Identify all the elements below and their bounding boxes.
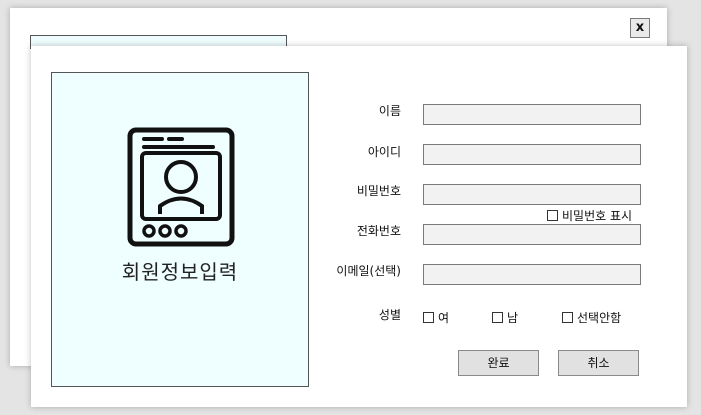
checkbox-box[interactable] <box>492 311 503 323</box>
name-input[interactable] <box>423 104 641 125</box>
email-input[interactable] <box>423 264 641 285</box>
gender-option-male[interactable]: 남 <box>492 310 519 325</box>
confirm-button[interactable]: 완료 <box>458 350 539 376</box>
id-label: 아이디 <box>367 145 401 159</box>
password-input[interactable] <box>423 184 641 205</box>
email-label: 이메일(선택) <box>336 264 401 278</box>
name-label: 이름 <box>378 104 401 118</box>
phone-label: 전화번호 <box>356 224 401 238</box>
password-label: 비밀번호 <box>356 184 401 198</box>
cancel-button[interactable]: 취소 <box>558 350 639 376</box>
member-info-dialog: 회원정보입력 이름 아이디 비밀번호 비밀번호 표시 전화번호 이메일(선택) … <box>31 46 687 407</box>
phone-input[interactable] <box>423 224 641 245</box>
gender-option-label: 여 <box>438 310 450 325</box>
checkbox-box[interactable] <box>547 209 558 221</box>
checkbox-box[interactable] <box>562 311 573 323</box>
show-password-checkbox[interactable]: 비밀번호 표시 <box>547 208 633 223</box>
show-password-label: 비밀번호 표시 <box>562 208 633 223</box>
checkbox-box[interactable] <box>423 311 434 323</box>
id-input[interactable] <box>423 144 641 165</box>
gender-option-none[interactable]: 선택안함 <box>562 310 622 325</box>
gender-option-label: 남 <box>507 310 519 325</box>
gender-label: 성별 <box>378 308 401 322</box>
close-button[interactable]: x <box>630 18 650 38</box>
profile-card-icon <box>127 127 235 247</box>
gender-option-female[interactable]: 여 <box>423 310 450 325</box>
gender-option-label: 선택안함 <box>577 310 622 325</box>
